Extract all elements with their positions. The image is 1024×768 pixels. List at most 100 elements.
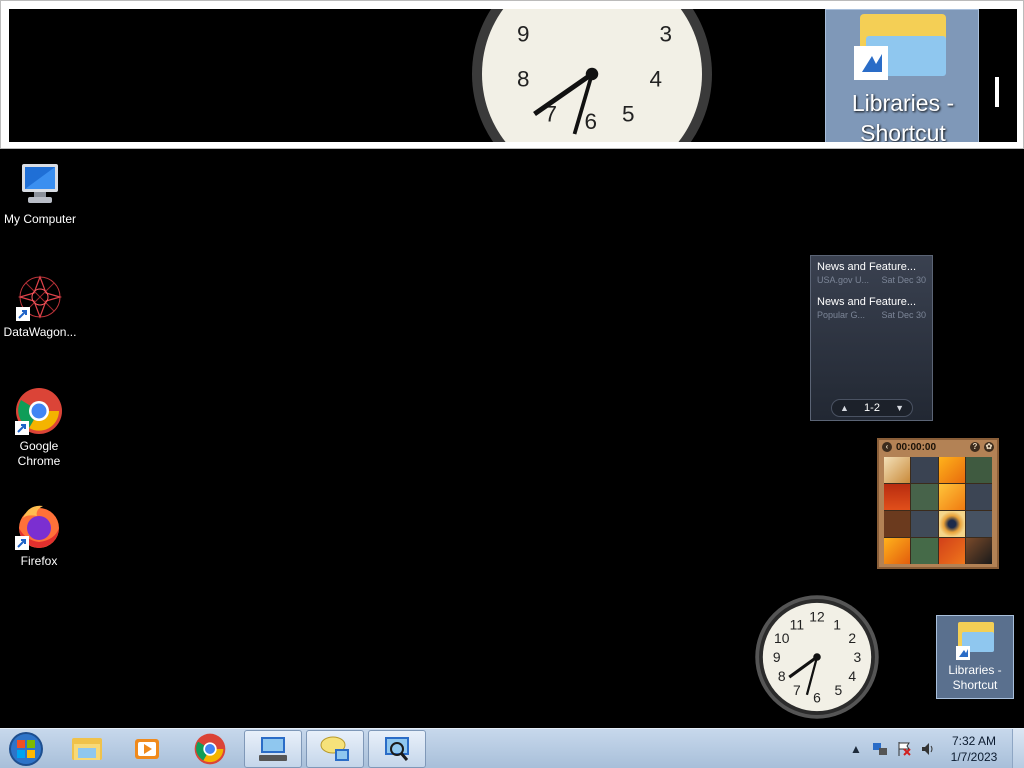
svg-text:4: 4 [848,668,856,684]
firefox-icon [15,502,63,550]
puzzle-tile[interactable] [965,484,992,510]
news-item[interactable]: News and Feature... USA.gov U... Sat Dec… [811,256,932,291]
magnifier-icon [385,737,409,761]
puzzle-tile[interactable] [911,538,938,564]
svg-text:12: 12 [809,609,825,625]
svg-text:11: 11 [790,616,805,632]
windows-explorer-icon [72,738,102,760]
puzzle-tile[interactable] [938,484,965,510]
media-player-icon [135,739,159,759]
svg-text:10: 10 [774,630,790,646]
puzzle-tile[interactable] [884,457,911,483]
puzzle-tile[interactable] [965,538,992,564]
action-center-flag-icon[interactable] [894,739,914,759]
magnified-clock: 10 9 8 7 6 5 4 3 2 [472,9,712,142]
svg-text:6: 6 [585,109,598,134]
help-icon[interactable]: ? [970,442,980,452]
taskbar-windows-explorer[interactable] [58,730,116,768]
news-feed-gadget[interactable]: News and Feature... USA.gov U... Sat Dec… [810,255,933,421]
puzzle-tile[interactable] [884,538,911,564]
taskbar-speech[interactable] [306,730,364,768]
libraries-icon [952,620,998,660]
magnified-cursor [995,77,999,107]
shortcut-arrow-icon [15,421,29,435]
system-tray: ▲ 7:32 AM 1/7/2023 [846,729,1024,768]
puzzle-tile[interactable] [884,511,911,537]
show-hidden-icons-icon[interactable]: ▲ [846,739,866,759]
puzzle-tile[interactable] [965,457,992,483]
puzzle-tile[interactable] [938,511,965,537]
taskbar-on-screen-keyboard[interactable] [244,730,302,768]
clock-gadget[interactable]: 12 1 2 3 4 5 6 7 8 9 10 11 [754,594,880,720]
svg-text:4: 4 [650,67,663,92]
taskbar-chrome[interactable] [181,730,239,768]
puzzle-tile[interactable] [965,511,992,537]
taskbar-magnifier[interactable] [368,730,426,768]
windows-logo-icon [9,732,43,766]
svg-text:9: 9 [517,22,530,47]
puzzle-grid [884,457,992,564]
puzzle-tile[interactable] [911,457,938,483]
speech-bubble-icon [320,736,349,761]
puzzle-timer: 00:00:00 [896,441,937,453]
puzzle-tile[interactable] [911,484,938,510]
volume-icon[interactable] [918,739,938,759]
svg-text:3: 3 [853,649,861,665]
show-desktop-button[interactable] [1012,729,1024,768]
svg-text:8: 8 [517,67,530,92]
svg-text:5: 5 [835,682,843,698]
folder-icon [854,14,946,80]
news-item[interactable]: News and Feature... Popular G... Sat Dec… [811,291,932,326]
news-page-indicator: 1-2 [864,402,880,414]
desktop-icon-my-computer[interactable]: My Computer [0,160,80,227]
taskbar-media-player[interactable] [118,730,176,768]
desktop-icon-libraries-shortcut[interactable]: Libraries - Shortcut [936,615,1014,699]
datawagon-icon [16,273,64,321]
puzzle-tile[interactable] [911,511,938,537]
puzzle-tile[interactable] [884,484,911,510]
magnified-libraries-shortcut: Libraries - Shortcut [825,9,979,142]
puzzle-tile[interactable] [938,538,965,564]
computer-icon [16,160,64,208]
shortcut-arrow-icon [16,307,30,321]
desktop-icon-chrome[interactable]: Google Chrome [0,387,79,469]
desktop-icon-firefox[interactable]: Firefox [0,502,79,569]
desktop-icon-label: Firefox [20,554,58,568]
shuffle-icon[interactable]: ✿ [984,442,994,452]
news-item-date: Sat Dec 30 [881,275,926,285]
svg-text:9: 9 [773,649,781,665]
desktop-icon-label: DataWagon... [3,325,77,339]
news-item-title: News and Feature... [817,296,917,308]
desktop-icon-label: Google Chrome [17,439,61,468]
taskbar-time: 7:32 AM [951,734,997,748]
down-arrow-icon[interactable]: ▼ [895,403,904,413]
desktop-icon-label: Libraries - Shortcut [948,663,1002,692]
network-icon[interactable] [870,739,890,759]
start-button[interactable] [4,730,48,768]
magnifier-view: 10 9 8 7 6 5 4 3 2 Libraries - Shortcut [9,9,1017,142]
svg-text:6: 6 [813,689,821,705]
magnifier-window[interactable]: 10 9 8 7 6 5 4 3 2 Libraries - Shortcut [0,0,1024,149]
news-item-date: Sat Dec 30 [881,310,926,320]
magnified-libraries-label: Libraries - Shortcut [851,90,955,142]
taskbar-clock[interactable]: 7:32 AM 1/7/2023 [942,733,1006,765]
show-picture-icon[interactable]: ‹ [882,442,892,452]
shortcut-arrow-icon [15,536,29,550]
svg-text:7: 7 [793,682,801,698]
up-arrow-icon[interactable]: ▲ [840,403,849,413]
news-item-title: News and Feature... [817,261,917,273]
chrome-icon [194,733,226,765]
picture-puzzle-gadget[interactable]: ‹ 00:00:00 ? ✿ [877,438,999,569]
chrome-icon [15,387,63,435]
news-item-source: Popular G... [817,310,866,320]
desktop-icon-label: My Computer [3,212,77,226]
taskbar: ▲ 7:32 AM 1/7/2023 [0,728,1024,768]
svg-text:2: 2 [848,630,856,646]
desktop-icon-datawagon[interactable]: DataWagon... [0,273,80,340]
svg-text:8: 8 [778,668,786,684]
puzzle-tile[interactable] [938,457,965,483]
svg-text:3: 3 [660,22,673,47]
keyboard-screen-icon [259,737,287,761]
taskbar-date: 1/7/2023 [950,750,998,764]
news-pager: ▲ 1-2 ▼ [831,399,913,417]
